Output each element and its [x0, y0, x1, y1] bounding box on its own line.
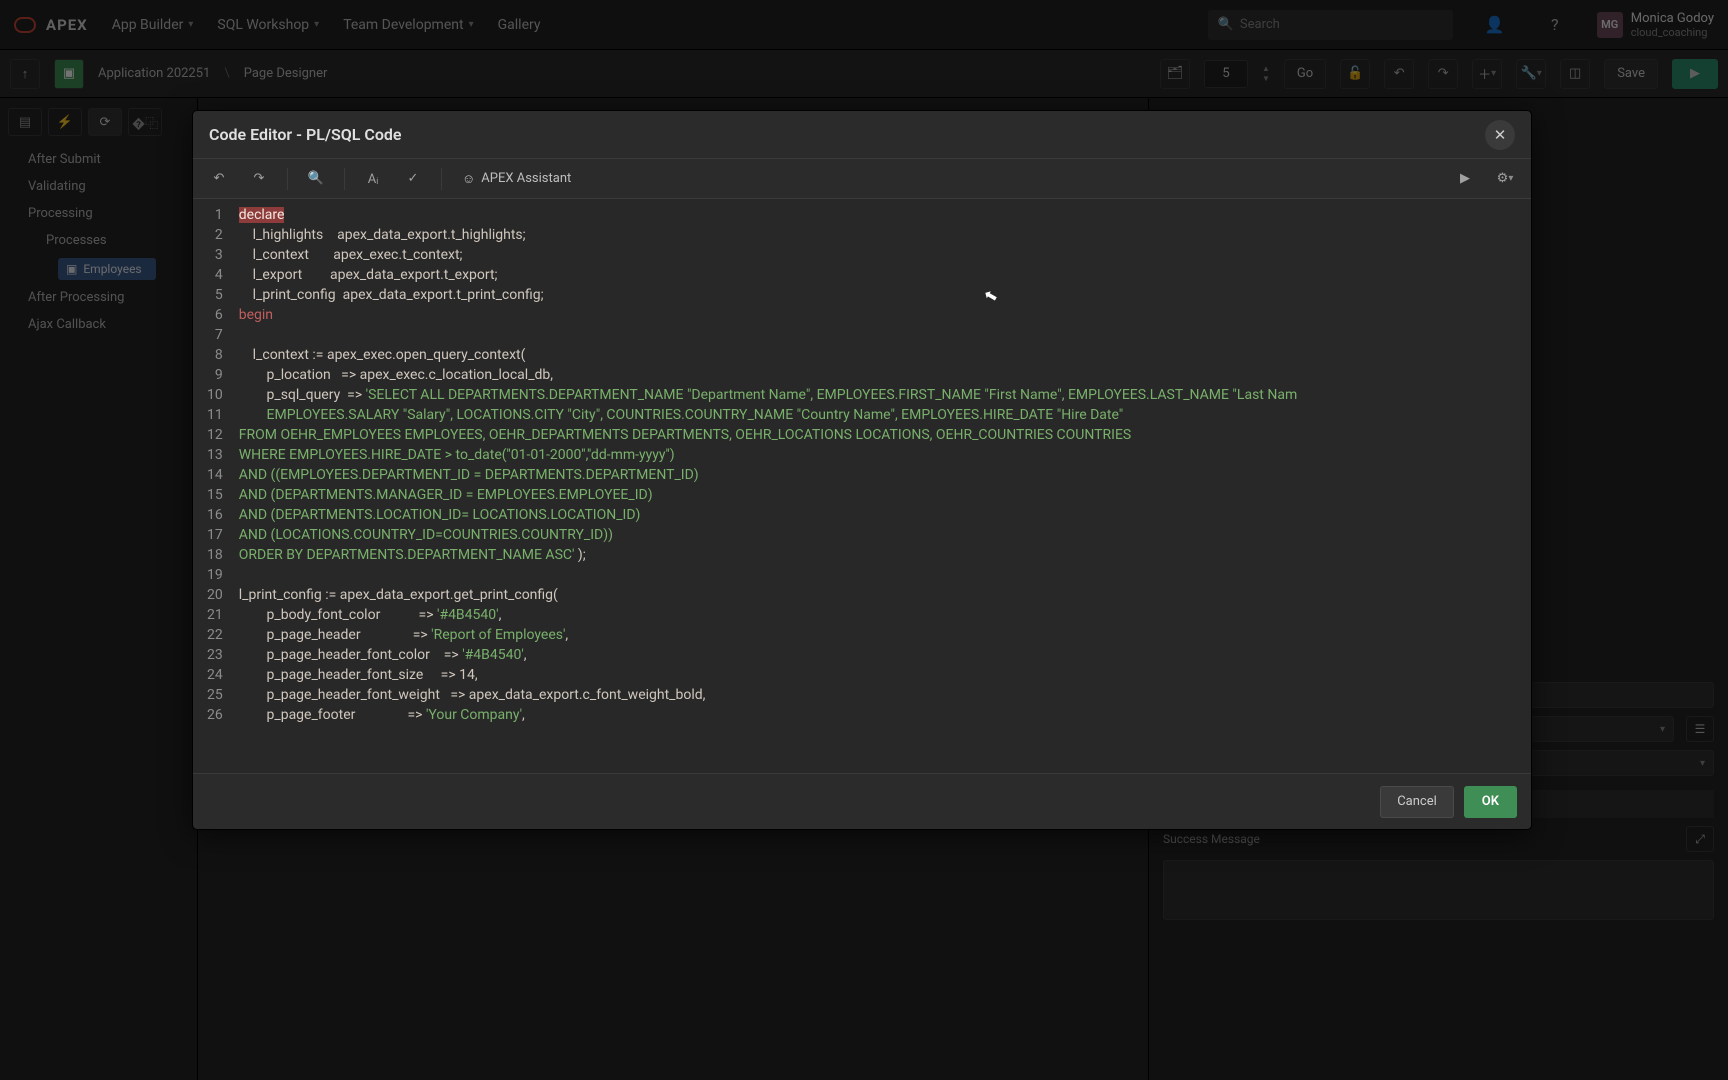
validate-icon[interactable]: ✓: [397, 165, 429, 193]
search-placeholder: Search: [1240, 17, 1280, 32]
shared-tab-icon[interactable]: �⿻: [128, 108, 162, 136]
page-finder-icon[interactable]: 🗂: [1160, 59, 1190, 89]
undo-icon[interactable]: ↶: [1384, 59, 1414, 89]
app-icon[interactable]: ▣: [54, 59, 84, 89]
ok-button[interactable]: OK: [1464, 786, 1517, 818]
tree-employees[interactable]: ▣Employees: [58, 258, 156, 280]
user-name: Monica Godoy: [1631, 11, 1714, 26]
save-button[interactable]: Save: [1604, 59, 1658, 89]
tree-processing[interactable]: Processing: [0, 200, 197, 227]
tree-processes[interactable]: Processes: [0, 227, 197, 254]
chevron-down-icon: ▾: [314, 19, 319, 30]
redo-icon[interactable]: ↷: [1428, 59, 1458, 89]
page-toolbar: ↑ ▣ Application 202251 \ Page Designer 🗂…: [0, 50, 1728, 98]
up-icon[interactable]: ↑: [10, 59, 40, 89]
close-icon[interactable]: ✕: [1485, 120, 1515, 150]
apex-assistant-button[interactable]: ☺ APEX Assistant: [454, 171, 579, 187]
editor-toolbar: ↶ ↷ 🔍 Aᵢ ✓ ☺ APEX Assistant ▶ ⚙▾: [193, 159, 1531, 199]
find-icon[interactable]: 🔍: [300, 165, 332, 193]
tree-after-submit[interactable]: After Submit: [0, 146, 197, 173]
tree-ajax[interactable]: Ajax Callback: [0, 311, 197, 338]
oracle-icon: [14, 17, 36, 33]
left-panel: ▤ ⚡ ⟳ �⿻ After Submit Validating Process…: [0, 98, 198, 1080]
chevron-down-icon: ▾: [1660, 724, 1665, 735]
rendering-tab-icon[interactable]: ▤: [8, 108, 42, 136]
autocomplete-icon[interactable]: Aᵢ: [357, 165, 389, 193]
search-icon: 🔍: [1218, 17, 1234, 32]
user-workspace: cloud_coaching: [1631, 26, 1714, 39]
breadcrumb-app[interactable]: Application 202251: [98, 66, 210, 81]
nav-gallery[interactable]: Gallery: [498, 17, 541, 33]
brand-text: APEX: [46, 16, 88, 34]
chevron-down-icon: ▾: [1700, 758, 1705, 769]
admin-icon[interactable]: 👤: [1477, 7, 1513, 43]
point-menu-icon[interactable]: ☰: [1686, 716, 1714, 742]
modal-title: Code Editor - PL/SQL Code: [209, 125, 402, 144]
expand-icon[interactable]: ⤢: [1686, 826, 1714, 852]
search-input[interactable]: 🔍 Search: [1208, 10, 1453, 40]
logo[interactable]: APEX: [14, 16, 88, 34]
shared-components-icon[interactable]: ◫: [1560, 59, 1590, 89]
breadcrumb-page[interactable]: Page Designer: [244, 66, 328, 81]
cancel-button[interactable]: Cancel: [1380, 786, 1454, 818]
code-editor[interactable]: 1234567891011121314151617181920212223242…: [193, 199, 1531, 773]
top-nav: APEX App Builder▾ SQL Workshop▾ Team Dev…: [0, 0, 1728, 50]
prop-success-msg-field[interactable]: [1163, 860, 1714, 920]
prop-success-msg-label: Success Message: [1163, 832, 1293, 846]
nav-app-builder[interactable]: App Builder▾: [112, 17, 194, 33]
redo-icon[interactable]: ↷: [243, 165, 275, 193]
avatar: MG: [1597, 12, 1623, 38]
assistant-icon: ☺: [462, 171, 475, 187]
nav-team-dev[interactable]: Team Development▾: [343, 17, 473, 33]
page-up-icon[interactable]: ▲: [1262, 64, 1270, 73]
run-button[interactable]: ▶: [1672, 59, 1718, 89]
lock-icon[interactable]: 🔓: [1340, 59, 1370, 89]
create-icon[interactable]: ＋▾: [1472, 59, 1502, 89]
settings-icon[interactable]: ⚙▾: [1489, 165, 1521, 193]
tree-validating[interactable]: Validating: [0, 173, 197, 200]
dynamic-actions-tab-icon[interactable]: ⚡: [48, 108, 82, 136]
chevron-down-icon: ▾: [469, 19, 474, 30]
page-number-input[interactable]: [1204, 60, 1248, 88]
help-icon[interactable]: ?: [1537, 7, 1573, 43]
undo-icon[interactable]: ↶: [203, 165, 235, 193]
utilities-icon[interactable]: 🔧▾: [1516, 59, 1546, 89]
breadcrumb-sep: \: [224, 66, 229, 81]
page-down-icon[interactable]: ▼: [1262, 74, 1270, 83]
go-button[interactable]: Go: [1284, 59, 1326, 89]
line-gutter: 1234567891011121314151617181920212223242…: [193, 199, 233, 773]
tree-after-processing[interactable]: After Processing: [0, 284, 197, 311]
nav-sql-workshop[interactable]: SQL Workshop▾: [217, 17, 319, 33]
user-menu[interactable]: MG Monica Godoy cloud_coaching: [1597, 11, 1714, 39]
code-editor-modal: Code Editor - PL/SQL Code ✕ ↶ ↷ 🔍 Aᵢ ✓ ☺…: [192, 110, 1532, 830]
processing-tab-icon[interactable]: ⟳: [88, 108, 122, 136]
chevron-down-icon: ▾: [188, 19, 193, 30]
run-code-icon[interactable]: ▶: [1449, 165, 1481, 193]
process-icon: ▣: [66, 262, 77, 276]
code-content[interactable]: declare l_highlights apex_data_export.t_…: [233, 199, 1531, 773]
